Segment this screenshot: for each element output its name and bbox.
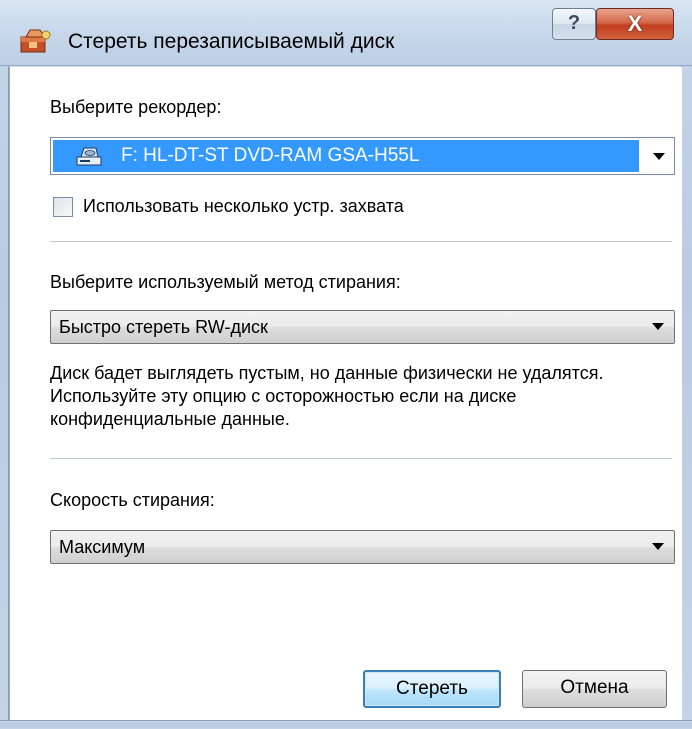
erase-method-selected: Быстро стереть RW-диск <box>59 317 268 337</box>
recorder-label: Выберите рекордер: <box>50 97 222 117</box>
erase-speed-selected: Максимум <box>59 537 146 557</box>
title-bar[interactable]: Стереть перезаписываемый диск ? X <box>0 0 692 66</box>
window-frame-right <box>681 0 692 729</box>
dialog-body: Выберите рекордер: F: HL-DT-ST DVD-RAM G… <box>9 67 682 720</box>
section-divider <box>50 458 672 459</box>
multi-capture-checkbox[interactable] <box>53 197 73 217</box>
erase-method-dropdown-arrow-icon[interactable] <box>652 323 664 330</box>
multi-capture-label[interactable]: Использовать несколько устр. захвата <box>83 196 404 217</box>
section-divider <box>50 241 672 242</box>
erase-speed-dropdown-arrow-icon[interactable] <box>652 543 664 550</box>
recorder-dropdown-arrow-icon[interactable] <box>653 153 665 160</box>
erase-method-label: Выберите используемый метод стирания: <box>50 272 401 292</box>
optical-drive-icon <box>76 147 102 166</box>
recorder-select[interactable]: F: HL-DT-ST DVD-RAM GSA-H55L <box>50 137 675 175</box>
close-button[interactable]: X <box>596 8 674 40</box>
recorder-selected-text: F: HL-DT-ST DVD-RAM GSA-H55L <box>121 145 420 166</box>
erase-speed-select[interactable]: Максимум <box>50 530 675 564</box>
window-title: Стереть перезаписываемый диск <box>68 30 395 53</box>
app-icon <box>20 29 51 53</box>
erase-button[interactable]: Стереть <box>363 670 501 708</box>
erase-method-description: Диск бадет выглядеть пустым, но данные ф… <box>50 363 604 429</box>
window-frame-bottom <box>0 720 692 729</box>
cancel-button[interactable]: Отмена <box>522 670 667 708</box>
window-frame-left <box>0 0 9 729</box>
erase-disc-dialog: Стереть перезаписываемый диск ? X Выбери… <box>0 0 692 729</box>
erase-method-select[interactable]: Быстро стереть RW-диск <box>50 310 675 344</box>
erase-speed-label: Скорость стирания: <box>50 490 215 510</box>
help-button[interactable]: ? <box>552 8 596 40</box>
recorder-selected-item[interactable]: F: HL-DT-ST DVD-RAM GSA-H55L <box>53 140 639 172</box>
